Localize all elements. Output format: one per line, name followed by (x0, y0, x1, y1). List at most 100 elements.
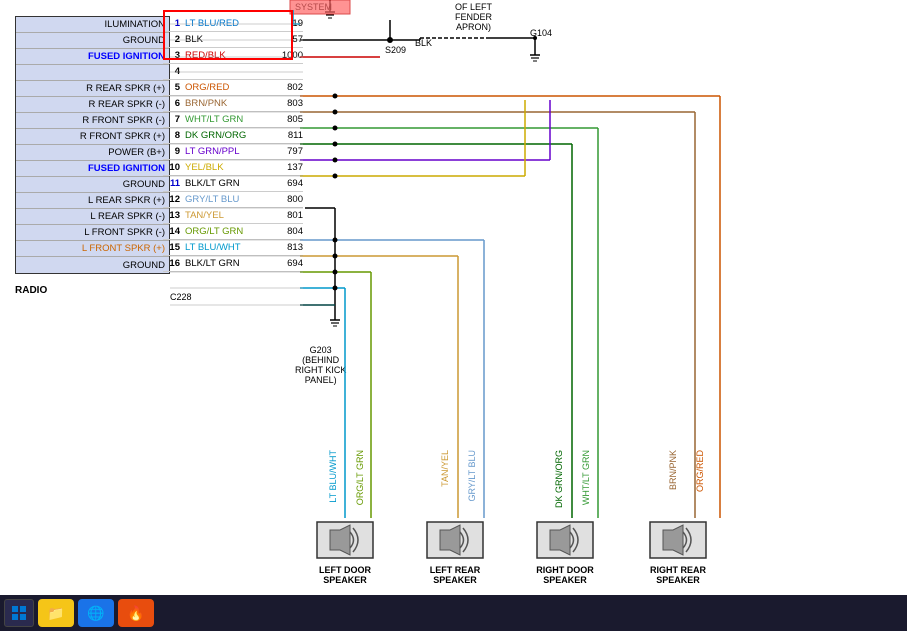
left-door-speaker-label: LEFT DOORSPEAKER (315, 565, 375, 585)
vlabel-brn-pnk: BRN/PNK (668, 450, 678, 490)
pin-row-2: 2 BLK 57 (163, 32, 303, 48)
left-door-speaker-icon (315, 520, 375, 560)
connector-row-l-rear-plus: L REAR SPKR (+) (16, 193, 169, 209)
pin-wire-1: LT BLU/RED (183, 18, 273, 29)
pin-row-11: 11 BLK/LT GRN 694 (163, 176, 303, 192)
pin-num-2: 2 (163, 34, 183, 45)
pin-wire-15: LT BLU/WHT (183, 242, 273, 253)
pin-num-4: 4 (163, 66, 183, 77)
pin-circuit-9: 797 (273, 146, 303, 157)
pin-row-5: 5 ORG/RED 802 (163, 80, 303, 96)
pin-circuit-11: 694 (273, 178, 303, 189)
pin-wire-2: BLK (183, 34, 273, 45)
pin-num-6: 6 (163, 98, 183, 109)
left-rear-speaker-group: LEFT REARSPEAKER (425, 520, 485, 585)
pin-num-16: 16 (163, 258, 183, 269)
s209-label: S209 (385, 45, 406, 55)
pin-num-3: 3 (163, 50, 183, 61)
pin-num-7: 7 (163, 114, 183, 125)
file-explorer-button[interactable]: 📁 (38, 599, 74, 627)
pin-row-10: 10 YEL/BLK 137 (163, 160, 303, 176)
pin-wire-3: RED/BLK (183, 50, 273, 61)
pin-row-8: 8 DK GRN/ORG 811 (163, 128, 303, 144)
pin-circuit-10: 137 (273, 162, 303, 173)
connector-row-fused-ignition2: FUSED IGNITION (16, 161, 169, 177)
pin-wire-6: BRN/PNK (183, 98, 273, 109)
connector-row-l-front-plus: L FRONT SPKR (+) (16, 241, 169, 257)
c228-label: C228 (170, 292, 192, 302)
fender-label: OF LEFTFENDERAPRON) (455, 2, 492, 32)
vlabel-tan-yel: TAN/YEL (440, 450, 450, 487)
pin-row-9: 9 LT GRN/PPL 797 (163, 144, 303, 160)
pin-row-4: 4 (163, 64, 303, 80)
pin-row-6: 6 BRN/PNK 803 (163, 96, 303, 112)
vlabel-dkgrn-org: DK GRN/ORG (554, 450, 564, 508)
browser-button[interactable]: 🌐 (78, 599, 114, 627)
pin-circuit-15: 813 (273, 242, 303, 253)
g104-label: G104 (530, 28, 552, 38)
pin-circuit-6: 803 (273, 98, 303, 109)
pin-table: 1 LT BLU/RED 19 2 BLK 57 3 RED/BLK 1000 … (163, 16, 303, 272)
pin-num-8: 8 (163, 130, 183, 141)
connector-row-ground3: GROUND (16, 257, 169, 273)
pin-circuit-7: 805 (273, 114, 303, 125)
pin-circuit-3: 1000 (273, 50, 303, 61)
pin-circuit-5: 802 (273, 82, 303, 93)
right-rear-speaker-label: RIGHT REARSPEAKER (648, 565, 708, 585)
start-button[interactable] (4, 599, 34, 627)
pin-circuit-8: 811 (273, 130, 303, 141)
pin-wire-7: WHT/LT GRN (183, 114, 273, 125)
pin-circuit-1: 19 (273, 18, 303, 29)
system-label: SYSTEM (295, 2, 332, 12)
pin-wire-14: ORG/LT GRN (183, 226, 273, 237)
vlabel-org-red: ORG/RED (695, 450, 705, 492)
connector-row-r-front-plus: R FRONT SPKR (+) (16, 129, 169, 145)
connector-row-fused-ignition1: FUSED IGNITION (16, 49, 169, 65)
connector-row-illumination: ILUMINATION (16, 17, 169, 33)
app3-button[interactable]: 🔥 (118, 599, 154, 627)
blk-label: BLK (415, 38, 432, 48)
pin-row-3: 3 RED/BLK 1000 (163, 48, 303, 64)
connector-row-r-front-minus: R FRONT SPKR (-) (16, 113, 169, 129)
pin-num-12: 12 (163, 194, 183, 205)
left-rear-speaker-icon (425, 520, 485, 560)
vlabel-wht-ltgrn: WHT/LT GRN (581, 450, 591, 505)
vlabel-org-ltgrn: ORG/LT GRN (355, 450, 365, 505)
pin-wire-5: ORG/RED (183, 82, 273, 93)
pin-row-14: 14 ORG/LT GRN 804 (163, 224, 303, 240)
pin-num-10: 10 (163, 162, 183, 173)
taskbar: 📁 🌐 🔥 (0, 595, 907, 631)
pin-wire-16: BLK/LT GRN (183, 258, 273, 269)
pin-num-13: 13 (163, 210, 183, 221)
right-door-speaker-icon (535, 520, 595, 560)
right-door-speaker-group: RIGHT DOORSPEAKER (535, 520, 595, 585)
pin-circuit-12: 800 (273, 194, 303, 205)
pin-wire-11: BLK/LT GRN (183, 178, 273, 189)
pin-wire-8: DK GRN/ORG (183, 130, 273, 141)
vlabel-ltblu-wht: LT BLU/WHT (328, 450, 338, 503)
connector-row-l-front-minus: L FRONT SPKR (-) (16, 225, 169, 241)
pin-row-12: 12 GRY/LT BLU 800 (163, 192, 303, 208)
radio-label: RADIO (15, 285, 47, 296)
pin-row-15: 15 LT BLU/WHT 813 (163, 240, 303, 256)
pin-num-15: 15 (163, 242, 183, 253)
connector-row-r-rear-minus: R REAR SPKR (-) (16, 97, 169, 113)
right-rear-speaker-icon (648, 520, 708, 560)
connector-row-ground2: GROUND (16, 177, 169, 193)
connector-row-empty (16, 65, 169, 81)
connector-box: ILUMINATION GROUND FUSED IGNITION R REAR… (15, 16, 170, 274)
connector-row-r-rear-plus: R REAR SPKR (+) (16, 81, 169, 97)
pin-circuit-14: 804 (273, 226, 303, 237)
connector-row-power: POWER (B+) (16, 145, 169, 161)
right-rear-speaker-group: RIGHT REARSPEAKER (648, 520, 708, 585)
pin-wire-13: TAN/YEL (183, 210, 273, 221)
pin-wire-9: LT GRN/PPL (183, 146, 273, 157)
pin-num-5: 5 (163, 82, 183, 93)
pin-num-14: 14 (163, 226, 183, 237)
right-door-speaker-label: RIGHT DOORSPEAKER (535, 565, 595, 585)
left-door-speaker-group: LEFT DOORSPEAKER (315, 520, 375, 585)
pin-row-1: 1 LT BLU/RED 19 (163, 16, 303, 32)
pin-circuit-16: 694 (273, 258, 303, 269)
pin-num-9: 9 (163, 146, 183, 157)
vlabel-gry-ltblu: GRY/LT BLU (467, 450, 477, 502)
